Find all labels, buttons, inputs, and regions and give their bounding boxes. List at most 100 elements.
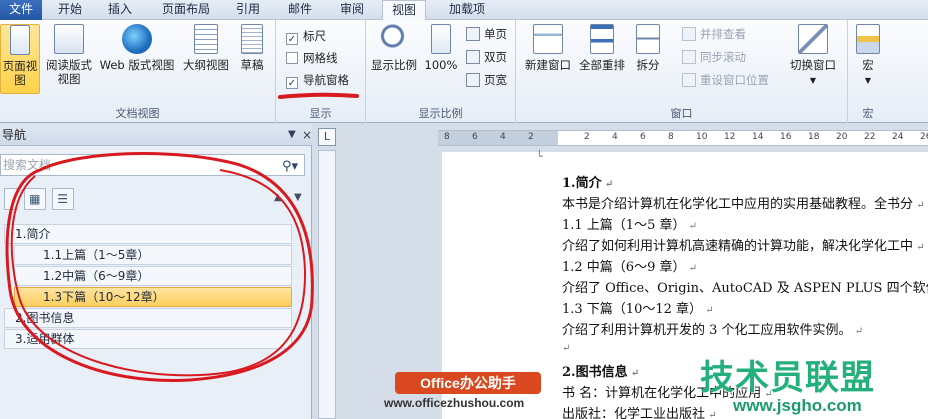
vertical-ruler — [318, 150, 336, 419]
new-window-icon — [533, 24, 563, 54]
office-assistant-watermark: Office办公助手 — [395, 372, 541, 394]
zoom-100-button[interactable]: 100% — [422, 24, 460, 72]
switch-windows-button[interactable]: 切换窗口 ▼ — [786, 24, 840, 88]
heading-item[interactable]: 1.简介 — [4, 224, 292, 244]
document-paragraph: 2.图书信息 ↵ — [562, 365, 640, 380]
outline-icon — [194, 24, 218, 54]
side-by-side-icon — [682, 27, 696, 41]
document-paragraph: 1.2 中篇（6～9 章） ↵ — [562, 260, 698, 275]
ruler-checkbox[interactable]: ✓ — [286, 33, 298, 45]
reset-position-label: 重设窗口位置 — [700, 73, 769, 87]
gridlines-checkbox-row[interactable]: 网格线 — [286, 48, 338, 68]
group-macros: 宏 ▼ 宏 — [848, 20, 888, 123]
chevron-down-icon: ▼ — [809, 76, 817, 85]
search-icon[interactable]: ⚲▾ — [282, 157, 298, 177]
reset-window-position-button[interactable]: 重设窗口位置 — [682, 70, 769, 90]
document-paragraph: 本书是介绍计算机在化学化工中应用的实用基础教程。全书分 ↵ — [562, 197, 925, 212]
group-label-document-views: 文档视图 — [115, 107, 160, 120]
ribbon: 页面视图 阅读版式 视图 Web 版式视图 大纲视图 草稿 文档视图 ✓ 标尺 网… — [0, 20, 928, 123]
thumbnails-icon: ▦ — [29, 192, 41, 206]
heading-item[interactable]: 3.适用群体 — [4, 329, 292, 349]
document-paragraph: 介绍了 Office、Origin、AutoCAD 及 ASPEN PLUS 四… — [562, 281, 928, 296]
draft-button[interactable]: 草稿 — [236, 24, 268, 72]
outline-button[interactable]: 大纲视图 — [178, 24, 234, 72]
reading-view-label-2: 视图 — [57, 72, 81, 86]
reset-position-icon — [682, 73, 696, 87]
ruler-tick-label: 4 — [612, 132, 618, 142]
reading-view-icon — [54, 24, 84, 54]
ruler-tick-label: 16 — [780, 132, 792, 142]
page-width-label: 页宽 — [484, 73, 507, 87]
tab-insert[interactable]: 插入 — [100, 0, 140, 20]
tab-addins[interactable]: 加载项 — [440, 0, 494, 20]
navigation-pane-title: 导航 — [2, 128, 27, 142]
ruler-label: 标尺 — [303, 29, 326, 43]
side-by-side-label: 并排查看 — [700, 27, 746, 41]
ruler-tick-label: 8 — [668, 132, 674, 142]
outline-label: 大纲视图 — [183, 58, 229, 72]
heading-item[interactable]: 1.2中篇（6～9章） — [14, 266, 292, 286]
next-heading-arrow-icon[interactable]: ▼ — [294, 192, 302, 203]
zoom-button[interactable]: 显示比例 — [368, 24, 420, 72]
print-layout-label: 页面视图 — [2, 59, 38, 87]
navigation-pane-label: 导航窗格 — [303, 73, 349, 87]
tab-review[interactable]: 审阅 — [332, 0, 372, 20]
document-paragraph: 1.1 上篇（1～5 章） ↵ — [562, 218, 698, 233]
two-pages-button[interactable]: 双页 — [466, 47, 507, 67]
gridlines-checkbox[interactable] — [286, 52, 298, 64]
heading-item[interactable]: 1.3下篇（10～12章） — [14, 287, 292, 307]
synchronous-scrolling-button[interactable]: 同步滚动 — [682, 47, 746, 67]
web-layout-button[interactable]: Web 版式视图 — [96, 24, 178, 72]
document-paragraph: 1.简介 ↵ — [562, 176, 614, 191]
switch-windows-icon — [798, 24, 828, 54]
ruler-tick-label: 24 — [892, 132, 904, 142]
split-button[interactable]: 拆分 — [630, 24, 666, 72]
tab-home[interactable]: 开始 — [50, 0, 90, 20]
pane-options-chevron-icon[interactable]: ▼ — [288, 124, 296, 146]
close-icon[interactable]: × — [302, 124, 312, 146]
crop-mark: └ — [536, 150, 543, 163]
navigation-pane-checkbox[interactable]: ✓ — [286, 77, 298, 89]
ruler-checkbox-row[interactable]: ✓ 标尺 — [286, 26, 326, 46]
office-assistant-url-watermark: www.officezhushou.com — [384, 396, 525, 410]
paragraph-mark-icon: ↵ — [685, 263, 698, 274]
tab-page-layout[interactable]: 页面布局 — [152, 0, 220, 20]
print-layout-button[interactable]: 页面视图 — [0, 24, 40, 94]
tab-references[interactable]: 引用 — [228, 0, 268, 20]
zoom-100-label: 100% — [424, 58, 458, 72]
heading-item[interactable]: 1.1上篇（1～5章） — [14, 245, 292, 265]
navigation-search-input[interactable]: 搜索文档 ⚲▾ — [0, 154, 305, 176]
macros-button[interactable]: 宏 ▼ — [852, 24, 884, 88]
paragraph-mark-icon: ↵ — [913, 242, 925, 253]
ruler-tick-label: 8 — [444, 132, 450, 142]
sync-scroll-label: 同步滚动 — [700, 50, 746, 64]
draft-icon — [241, 24, 263, 54]
page-view-icon — [10, 25, 30, 55]
page-width-button[interactable]: 页宽 — [466, 70, 507, 90]
full-screen-reading-button[interactable]: 阅读版式 视图 — [44, 24, 94, 86]
tab-browse-results[interactable]: ☰ — [51, 188, 74, 210]
navigation-pane-checkbox-row[interactable]: ✓ 导航窗格 — [286, 70, 349, 90]
one-page-button[interactable]: 单页 — [466, 24, 507, 44]
tab-selector[interactable]: L — [318, 128, 336, 146]
tab-view[interactable]: 视图 — [382, 0, 426, 21]
tab-browse-headings[interactable] — [4, 188, 18, 210]
tab-browse-pages[interactable]: ▦ — [23, 188, 46, 210]
magnifier-icon — [379, 24, 409, 54]
document-paragraph: ↵ — [562, 340, 570, 355]
ruler-tick-label: 2 — [584, 132, 590, 142]
reading-view-label-1: 阅读版式 — [46, 58, 92, 72]
two-pages-label: 双页 — [484, 50, 507, 64]
paragraph-mark-icon: ↵ — [702, 305, 714, 316]
group-show: ✓ 标尺 网格线 ✓ 导航窗格 显示 — [276, 20, 366, 123]
tab-mailings[interactable]: 邮件 — [280, 0, 320, 20]
horizontal-ruler: 86422468101214161820222426 — [438, 130, 928, 146]
brand-watermark: 技术员联盟 — [700, 359, 875, 397]
new-window-button[interactable]: 新建窗口 — [522, 24, 574, 72]
heading-item[interactable]: 2.图书信息 — [4, 308, 292, 328]
view-side-by-side-button[interactable]: 并排查看 — [682, 24, 746, 44]
previous-heading-arrow-icon[interactable]: ▲ — [274, 192, 282, 203]
arrange-all-button[interactable]: 全部重排 — [576, 24, 628, 72]
tab-file[interactable]: 文件 — [0, 0, 42, 20]
ruler-tick-label: 22 — [864, 132, 876, 142]
